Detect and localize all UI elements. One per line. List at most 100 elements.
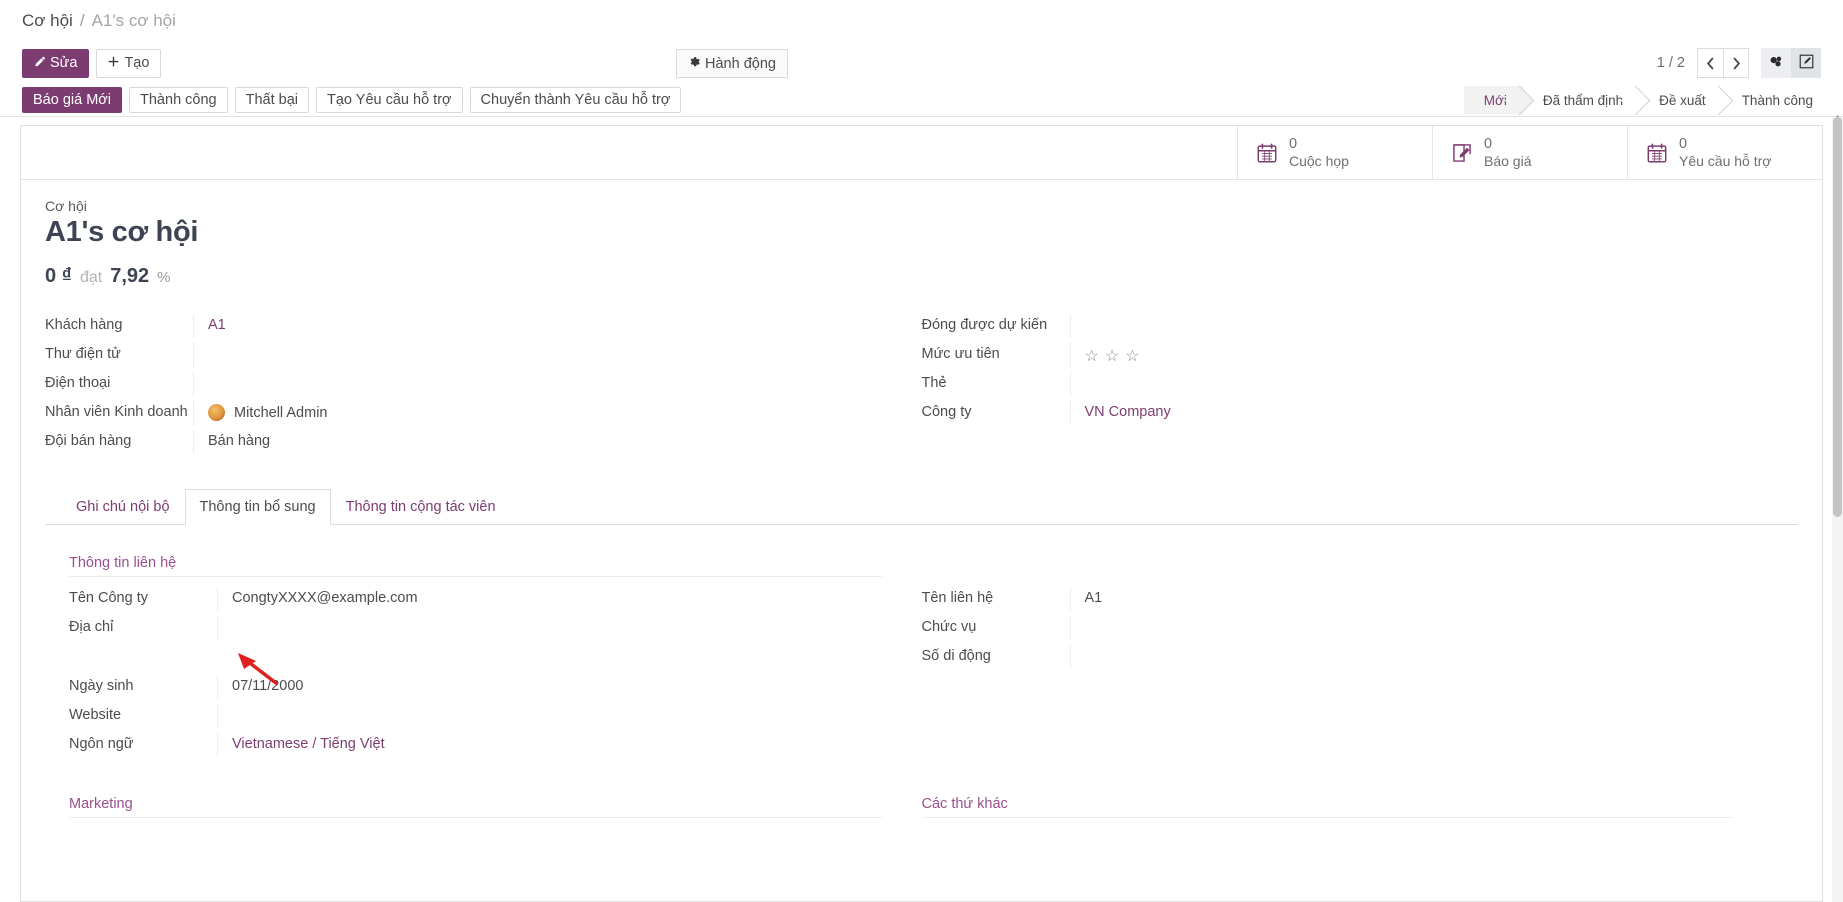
pager-nav <box>1697 48 1749 78</box>
contact-left-value-0[interactable]: CongtyXXXX@example.com <box>217 587 882 611</box>
pencil-square-icon <box>1451 142 1473 164</box>
edit-button[interactable]: Sửa <box>22 49 89 78</box>
star-icon[interactable]: ☆ <box>1125 346 1139 366</box>
workflow-button-4[interactable]: Chuyển thành Yêu cầu hỗ trợ <box>470 87 682 113</box>
stat-button-0[interactable]: 0Cuộc họp <box>1237 126 1432 179</box>
main-left-value-4[interactable]: Bán hàng <box>193 430 882 454</box>
main-right-label-3: Công ty <box>922 401 1070 420</box>
action-menu-button[interactable]: Hành động <box>676 49 788 78</box>
main-left-row-2: Điện thoại <box>45 372 882 400</box>
marketing-group: Marketing <box>69 796 922 828</box>
main-left-label-2: Điện thoại <box>45 372 193 391</box>
record-actions: Sửa Tạo <box>22 49 161 78</box>
main-right-value-1[interactable]: ☆ ☆ ☆ <box>1070 343 1759 369</box>
create-button-label: Tạo <box>124 55 149 71</box>
page-title: A1's cơ hội <box>45 216 1798 249</box>
star-icon[interactable]: ☆ <box>1085 346 1099 366</box>
tab-1[interactable]: Thông tin bổ sung <box>185 489 331 525</box>
main-right-value-0[interactable] <box>1070 314 1759 338</box>
main-left-value-1[interactable] <box>193 343 882 367</box>
other-group-title: Các thứ khác <box>922 796 1735 818</box>
expected-revenue-value[interactable]: 0 ₫ <box>45 265 72 288</box>
stage-pipeline: MớiĐã thẩm địnhĐề xuấtThành công <box>1464 86 1829 114</box>
breadcrumb-separator: / <box>80 11 85 31</box>
kanban-view-button[interactable] <box>1761 48 1791 78</box>
personal-left-label-2: Ngôn ngữ <box>69 733 217 752</box>
main-right-label-0: Đóng được dự kiến <box>922 314 1070 333</box>
contact-left-label-1: Địa chỉ <box>69 616 217 635</box>
main-left-row-3: Nhân viên Kinh doanhMitchell Admin <box>45 401 882 429</box>
field-spacer <box>69 645 882 675</box>
stage-3[interactable]: Thành công <box>1722 86 1829 114</box>
pencil-icon <box>34 55 45 71</box>
bottom-group-columns: Marketing Các thứ khác <box>69 796 1774 828</box>
form-view-button[interactable] <box>1791 48 1821 78</box>
workflow-buttons: Báo giá Mới Thành công Thất bại Tạo Yêu cầu… <box>22 87 688 113</box>
workflow-button-0[interactable]: Báo giá Mới <box>22 87 122 113</box>
main-right-label-1: Mức ưu tiên <box>922 343 1070 362</box>
main-left-value-0[interactable]: A1 <box>193 314 882 338</box>
personal-left-value-1[interactable] <box>217 704 882 728</box>
form-icon <box>1799 54 1814 72</box>
main-field-columns: Khách hàngA1Thư điện tử Điện thoại Nhân … <box>45 314 1798 459</box>
personal-left-value-2[interactable]: Vietnamese / Tiếng Việt <box>217 733 882 757</box>
contact-left-label-0: Tên Công ty <box>69 587 217 606</box>
priority-stars[interactable]: ☆ ☆ ☆ <box>1085 346 1759 366</box>
pager-count: 1 / 2 <box>1657 55 1685 71</box>
contact-left-row-0: Tên Công tyCongtyXXXX@example.com <box>69 587 882 615</box>
kanban-icon <box>1769 54 1784 72</box>
workflow-button-3[interactable]: Tạo Yêu cầu hỗ trợ <box>316 87 463 113</box>
contact-right-fields: Tên liên hệA1Chức vụ Số di động <box>922 587 1735 673</box>
contact-right-value-0[interactable]: A1 <box>1070 587 1735 611</box>
star-icon[interactable]: ☆ <box>1105 346 1119 366</box>
breadcrumb-root[interactable]: Cơ hội <box>22 11 73 31</box>
main-left-value-3[interactable]: Mitchell Admin <box>193 401 882 425</box>
main-right-row-0: Đóng được dự kiến <box>922 314 1759 342</box>
stat-button-value: 0 <box>1289 136 1349 153</box>
workflow-button-2[interactable]: Thất bại <box>235 87 309 113</box>
contact-info-columns: Thông tin liên hệ Tên Công tyCongtyXXXX@… <box>69 555 1774 762</box>
stat-button-2[interactable]: 0Yêu cầu hỗ trợ <box>1627 126 1822 179</box>
main-left-label-4: Đội bán hàng <box>45 430 193 449</box>
calendar-icon <box>1256 142 1278 164</box>
tab-0[interactable]: Ghi chú nội bộ <box>61 489 185 525</box>
create-button[interactable]: Tạo <box>96 49 161 78</box>
main-right-label-2: Thẻ <box>922 372 1070 391</box>
stage-2[interactable]: Đề xuất <box>1639 86 1722 114</box>
main-right-row-3: Công tyVN Company <box>922 401 1759 429</box>
notebook-tabs: Ghi chú nội bộThông tin bổ sungThông tin… <box>45 489 1798 525</box>
personal-left-value-0[interactable]: 07/11/2000 <box>217 675 882 699</box>
contact-left-row-1: Địa chỉ <box>69 616 882 644</box>
main-left-label-1: Thư điện tử <box>45 343 193 362</box>
main-right-value-3[interactable]: VN Company <box>1070 401 1759 425</box>
breadcrumb: Cơ hội / A1's cơ hội <box>0 0 1843 42</box>
contact-right-value-1[interactable] <box>1070 616 1735 640</box>
probability-value[interactable]: 7,92 <box>110 265 149 288</box>
personal-left-label-1: Website <box>69 704 217 723</box>
pager-previous-button[interactable] <box>1697 48 1723 78</box>
personal-left-fields: Ngày sinh07/11/2000Website Ngôn ngữVietn… <box>69 675 882 761</box>
tab-2[interactable]: Thông tin cộng tác viên <box>331 489 511 525</box>
avatar-name: Mitchell Admin <box>234 405 327 421</box>
pager-zone: 1 / 2 <box>1657 48 1821 78</box>
stat-button-label: Cuộc họp <box>1289 153 1349 169</box>
contact-info-right: Tên liên hệA1Chức vụ Số di động <box>922 555 1775 762</box>
record-subtitle: Cơ hội <box>45 198 1798 214</box>
scrollbar-thumb[interactable] <box>1833 117 1842 517</box>
vertical-scrollbar[interactable] <box>1832 117 1843 902</box>
stage-0[interactable]: Mới <box>1464 86 1523 114</box>
statusbar-row: Báo giá Mới Thành công Thất bại Tạo Yêu cầu… <box>0 84 1843 117</box>
pager-next-button[interactable] <box>1723 48 1749 78</box>
main-left-row-0: Khách hàngA1 <box>45 314 882 342</box>
stat-button-value: 0 <box>1679 136 1771 153</box>
contact-left-value-1[interactable] <box>217 616 882 640</box>
main-right-value-2[interactable] <box>1070 372 1759 396</box>
main-left-value-2[interactable] <box>193 372 882 396</box>
view-switcher <box>1761 48 1821 78</box>
workflow-button-1[interactable]: Thành công <box>129 87 228 113</box>
main-left-label-0: Khách hàng <box>45 314 193 333</box>
stat-button-1[interactable]: 0Báo giá <box>1432 126 1627 179</box>
main-left-row-1: Thư điện tử <box>45 343 882 371</box>
contact-right-value-2[interactable] <box>1070 645 1735 669</box>
stage-1[interactable]: Đã thẩm định <box>1523 86 1639 114</box>
